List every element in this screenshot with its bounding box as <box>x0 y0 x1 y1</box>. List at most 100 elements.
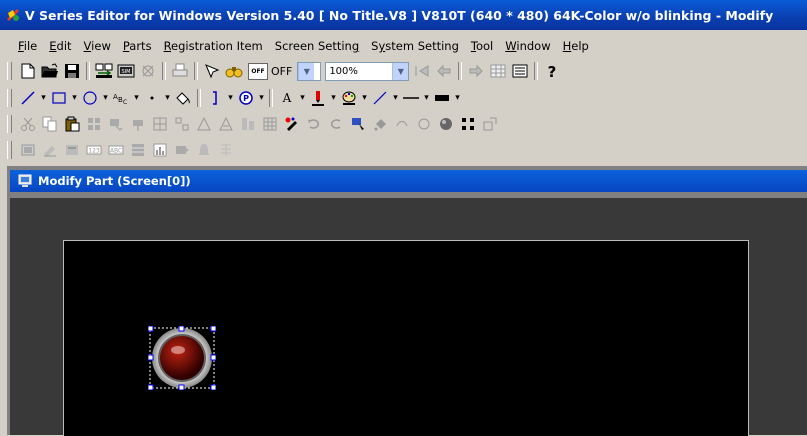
menu-screen-setting[interactable]: Screen Setting <box>269 39 365 53</box>
rotate-icon[interactable] <box>392 115 412 133</box>
menu-system-setting[interactable]: System Setting <box>365 39 465 53</box>
toolbar-grip[interactable] <box>7 62 12 80</box>
menu-registration-item[interactable]: Registration Item <box>158 39 269 53</box>
print-icon[interactable] <box>170 62 190 80</box>
nav-first-icon[interactable] <box>412 62 432 80</box>
bracket-tool-icon[interactable] <box>205 89 225 107</box>
align-left-icon[interactable] <box>194 115 214 133</box>
simulator-icon[interactable]: SIM <box>116 62 136 80</box>
new-file-icon[interactable] <box>18 62 38 80</box>
fill-pattern-icon[interactable] <box>432 89 452 107</box>
chevron-down-icon[interactable]: ▾ <box>422 93 431 103</box>
text-tool-icon[interactable]: ABC <box>111 89 131 107</box>
move-front-icon[interactable] <box>106 115 126 133</box>
chevron-down-icon: ▼ <box>392 62 409 80</box>
binoculars-icon[interactable] <box>224 62 244 80</box>
cut-icon[interactable] <box>18 115 38 133</box>
align-right-icon[interactable] <box>216 115 236 133</box>
resize-icon[interactable] <box>480 115 500 133</box>
lamp-part-graphic <box>147 325 217 391</box>
multi-copy-icon[interactable] <box>84 115 104 133</box>
node-edit-icon[interactable] <box>458 115 478 133</box>
chevron-down-icon[interactable]: ▾ <box>39 93 48 103</box>
ellipse-icon[interactable] <box>414 115 434 133</box>
list-view-icon[interactable] <box>510 62 530 80</box>
menu-view[interactable]: View <box>78 39 117 53</box>
circle-tool-icon[interactable] <box>80 89 100 107</box>
lamp-part-icon[interactable] <box>40 141 60 159</box>
zoom-cursor-icon[interactable] <box>202 62 222 80</box>
chevron-down-icon[interactable]: ▾ <box>257 93 266 103</box>
disabled-transfer-icon[interactable] <box>138 62 158 80</box>
menu-file[interactable]: File <box>0 39 43 53</box>
copy-icon[interactable] <box>40 115 60 133</box>
pick-color-icon[interactable] <box>282 115 302 133</box>
shape-3d-icon[interactable] <box>436 115 456 133</box>
undo-icon[interactable] <box>304 115 324 133</box>
paste-icon[interactable] <box>62 115 82 133</box>
menu-help[interactable]: Help <box>557 39 595 53</box>
chevron-down-icon[interactable]: ▾ <box>453 93 462 103</box>
chevron-down-icon[interactable]: ▾ <box>298 93 307 103</box>
line-style-icon[interactable] <box>370 89 390 107</box>
chevron-down-icon[interactable]: ▾ <box>226 93 235 103</box>
svg-text:?: ? <box>548 63 557 79</box>
child-window-titlebar[interactable]: Modify Part (Screen[0]) <box>10 170 807 192</box>
chevron-down-icon[interactable]: ▾ <box>101 93 110 103</box>
dot-tool-icon[interactable] <box>142 89 162 107</box>
parts-tool-icon[interactable]: P <box>236 89 256 107</box>
menu-edit[interactable]: Edit <box>43 39 77 53</box>
ungroup-icon[interactable] <box>172 115 192 133</box>
help-icon[interactable]: ? <box>542 62 562 80</box>
selected-lamp-part[interactable] <box>147 325 217 391</box>
chevron-down-icon[interactable]: ▾ <box>360 93 369 103</box>
toolbar-grip[interactable] <box>7 115 12 133</box>
nav-next-icon[interactable] <box>466 62 486 80</box>
chevron-down-icon[interactable]: ▾ <box>329 93 338 103</box>
grid-view-icon[interactable] <box>488 62 508 80</box>
zoom-select[interactable]: 100% ▼ <box>325 61 410 81</box>
chevron-down-icon[interactable]: ▾ <box>70 93 79 103</box>
grid-snap-icon[interactable] <box>260 115 280 133</box>
monitor-icon <box>18 174 32 187</box>
alarm-part-icon[interactable] <box>194 141 214 159</box>
on-off-toggle[interactable]: OFF OFF <box>248 62 292 80</box>
palette-icon[interactable] <box>339 89 359 107</box>
distribute-icon[interactable] <box>238 115 258 133</box>
menu-tool[interactable]: Tool <box>465 39 499 53</box>
rectangle-tool-icon[interactable] <box>49 89 69 107</box>
select-region-icon[interactable] <box>348 115 368 133</box>
calendar-part-icon[interactable] <box>216 141 236 159</box>
app-titlebar[interactable]: V Series Editor for Windows Version 5.40… <box>0 0 807 30</box>
paint-fill-icon[interactable] <box>173 89 193 107</box>
toolbar-grip[interactable] <box>7 141 12 159</box>
menu-parts[interactable]: Parts <box>117 39 158 53</box>
chevron-down-icon[interactable]: ▾ <box>163 93 172 103</box>
nav-prev-icon[interactable] <box>434 62 454 80</box>
line-width-icon[interactable] <box>401 89 421 107</box>
message-part-icon[interactable] <box>62 141 82 159</box>
save-icon[interactable] <box>62 62 82 80</box>
line-tool-icon[interactable] <box>18 89 38 107</box>
menu-window[interactable]: Window <box>499 39 556 53</box>
group-icon[interactable] <box>150 115 170 133</box>
app-icon <box>7 9 19 21</box>
move-back-icon[interactable] <box>128 115 148 133</box>
character-part-icon[interactable]: ABC <box>106 141 126 159</box>
table-part-icon[interactable] <box>128 141 148 159</box>
on-off-dropdown[interactable]: ▼ <box>297 61 322 81</box>
numeric-part-icon[interactable]: 123 <box>84 141 104 159</box>
screen-transfer-icon[interactable] <box>94 62 114 80</box>
chevron-down-icon[interactable]: ▾ <box>132 93 141 103</box>
graph-part-icon[interactable] <box>150 141 170 159</box>
open-folder-icon[interactable] <box>40 62 60 80</box>
fill-bucket-icon[interactable] <box>370 115 390 133</box>
switch-part-icon[interactable] <box>18 141 38 159</box>
font-color-icon[interactable]: A <box>277 89 297 107</box>
redo-icon[interactable] <box>326 115 346 133</box>
chevron-down-icon[interactable]: ▾ <box>391 93 400 103</box>
toolbar-grip[interactable] <box>7 89 12 107</box>
meter-part-icon[interactable] <box>172 141 192 159</box>
pen-color-icon[interactable] <box>308 89 328 107</box>
svg-text:C: C <box>123 99 127 106</box>
